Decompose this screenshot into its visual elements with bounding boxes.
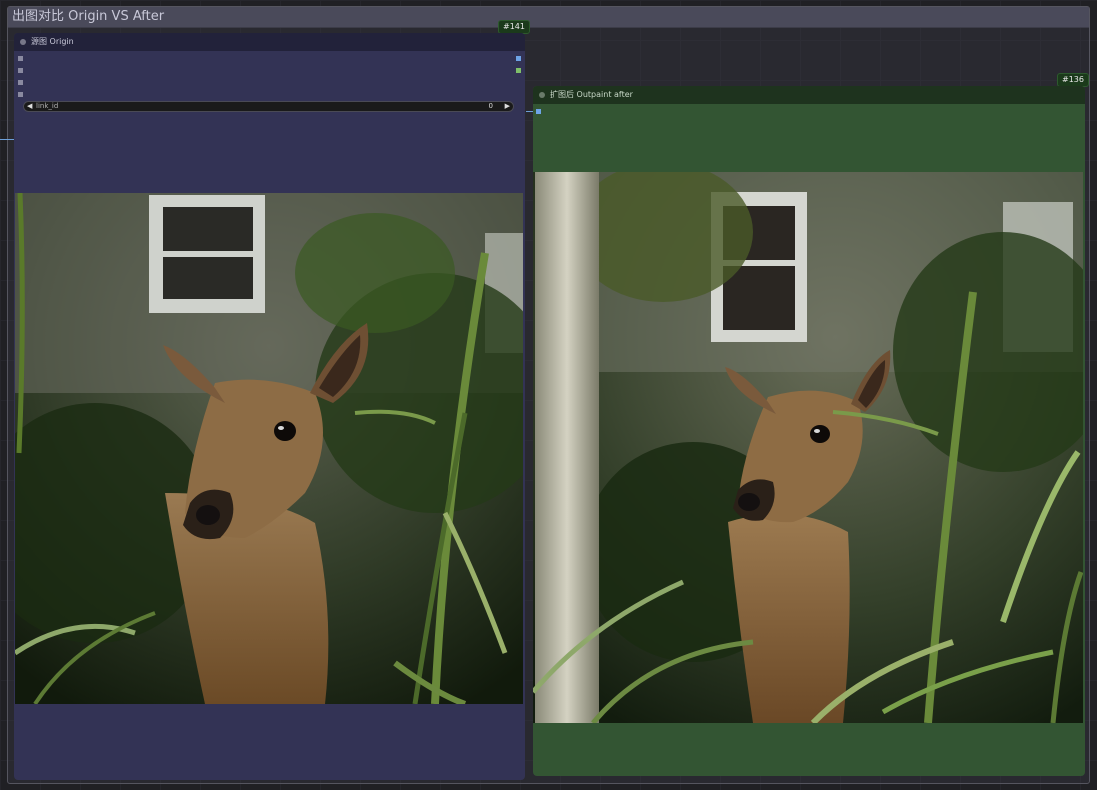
preview-image-origin[interactable]	[15, 193, 523, 704]
link-wire-origin-in	[0, 139, 14, 140]
node-after[interactable]: 扩图后 Outpaint after	[533, 86, 1085, 776]
input-slot[interactable]	[18, 80, 23, 85]
node-title-bar-after[interactable]: 扩图后 Outpaint after	[533, 86, 1085, 104]
deer-photo-origin	[15, 193, 523, 704]
output-slot-mask[interactable]	[516, 68, 521, 73]
node-title-origin: 源图 Origin	[31, 37, 74, 46]
increment-arrow-icon[interactable]: ▶	[505, 102, 510, 111]
decrement-arrow-icon[interactable]: ◀	[27, 102, 32, 111]
input-slot[interactable]	[18, 56, 23, 61]
preview-image-after[interactable]	[533, 172, 1083, 723]
widget-value[interactable]: 0	[489, 102, 493, 111]
input-slot[interactable]	[18, 92, 23, 97]
widget-label: link_id	[36, 102, 59, 110]
link-id-widget[interactable]: ◀ link_id 0 ▶	[23, 101, 514, 112]
node-origin[interactable]: 源图 Origin ◀ link_id 0 ▶	[14, 33, 525, 780]
group-title[interactable]: 出图对比 Origin VS After	[8, 7, 1089, 28]
input-slot-image[interactable]	[536, 109, 541, 114]
collapse-dot-icon[interactable]	[539, 92, 545, 98]
deer-photo-after	[533, 172, 1083, 723]
node-id-badge-origin: #141	[498, 20, 530, 34]
node-title-bar-origin[interactable]: 源图 Origin	[14, 33, 525, 51]
node-title-after: 扩图后 Outpaint after	[550, 90, 633, 99]
input-slot[interactable]	[18, 68, 23, 73]
node-id-badge-after: #136	[1057, 73, 1089, 87]
collapse-dot-icon[interactable]	[20, 39, 26, 45]
output-slot-image[interactable]	[516, 56, 521, 61]
